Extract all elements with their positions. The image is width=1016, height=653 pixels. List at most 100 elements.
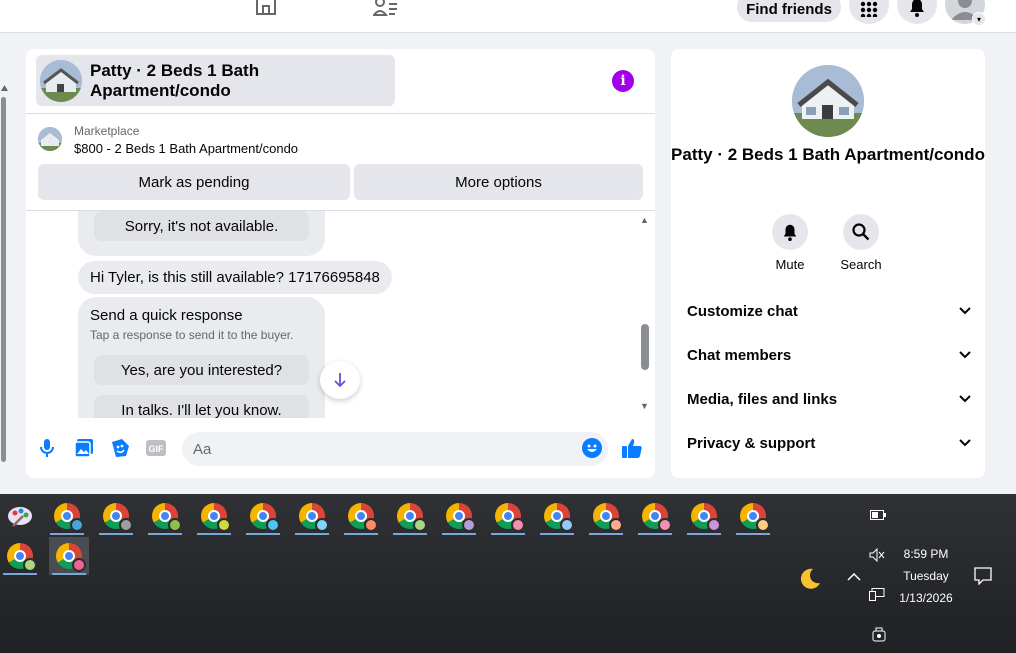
message-input[interactable]: [182, 432, 608, 466]
chrome-icon: [397, 503, 427, 532]
profile-badge-icon: [462, 518, 476, 532]
chat-scrollbar-thumb[interactable]: [641, 324, 649, 370]
chat-title: Patty · 2 Beds 1 Bath Apartment/condo: [90, 60, 260, 100]
profile-badge-icon: [511, 518, 525, 532]
profile-badge-icon: [413, 518, 427, 532]
search-label: Search: [840, 257, 882, 272]
photo-icon[interactable]: [73, 437, 95, 459]
gif-icon[interactable]: GIF: [145, 437, 167, 459]
account-chevron-icon[interactable]: ▾: [972, 12, 986, 26]
friends-icon[interactable]: [371, 0, 399, 20]
profile-badge-icon: [560, 518, 574, 532]
mute-label: Mute: [775, 257, 805, 272]
page-scrollbar[interactable]: [0, 85, 9, 465]
taskbar-chrome-window[interactable]: [49, 537, 89, 575]
taskbar-chrome-window[interactable]: [96, 497, 136, 535]
taskbar-chrome-window[interactable]: [635, 497, 675, 535]
clock-time[interactable]: 8:59 PM: [896, 547, 956, 561]
chrome-icon: [348, 503, 378, 532]
info-icon[interactable]: i: [612, 70, 634, 92]
notifications-button[interactable]: [897, 0, 937, 24]
action-center-icon[interactable]: [974, 567, 992, 588]
listing-description[interactable]: $800 - 2 Beds 1 Bath Apartment/condo: [74, 141, 298, 156]
sticker-icon[interactable]: [109, 437, 131, 459]
taskbar-chrome-window[interactable]: [341, 497, 381, 535]
taskbar-chrome-window[interactable]: [0, 537, 40, 575]
volume-muted-icon[interactable]: [869, 547, 885, 565]
taskbar-chrome-window[interactable]: [243, 497, 283, 535]
arrow-down-icon: [334, 373, 346, 388]
chevron-down-icon: [959, 439, 971, 447]
night-light-icon[interactable]: [798, 567, 822, 597]
page-scrollbar-thumb[interactable]: [1, 97, 6, 462]
taskbar-chrome-window[interactable]: [390, 497, 430, 535]
profile-badge-icon: [70, 518, 84, 532]
section-label: Privacy & support: [687, 434, 816, 452]
more-options-button[interactable]: More options: [354, 164, 643, 200]
details-title: Patty · 2 Beds 1 Bath Apartment/condo: [671, 145, 985, 164]
show-hidden-icons-chevron[interactable]: [847, 570, 861, 584]
taskbar-chrome-window[interactable]: [488, 497, 528, 535]
privacy-support-row[interactable]: Privacy & support: [687, 427, 971, 459]
profile-badge-icon: [168, 518, 182, 532]
battery-icon[interactable]: [870, 509, 886, 523]
divider: [26, 113, 655, 114]
profile-badge-icon: [217, 518, 231, 532]
chrome-icon: [691, 503, 721, 532]
chat-scroll-up-icon[interactable]: ▲: [640, 215, 649, 225]
quick-response-in-talks[interactable]: In talks. I'll let you know.: [94, 395, 309, 418]
mute-action[interactable]: Mute: [760, 214, 820, 272]
clock-date[interactable]: 1/13/2026: [896, 591, 956, 605]
customize-chat-row[interactable]: Customize chat: [687, 295, 971, 327]
taskbar-chrome-window[interactable]: [292, 497, 332, 535]
search-action[interactable]: Search: [831, 214, 891, 272]
taskbar-chrome-window[interactable]: [586, 497, 626, 535]
chevron-down-icon: [959, 307, 971, 315]
menu-button[interactable]: [849, 0, 889, 24]
profile-badge-icon: [266, 518, 280, 532]
svg-text:GIF: GIF: [149, 444, 165, 454]
chat-scroll-down-icon[interactable]: ▼: [640, 401, 649, 411]
chrome-icon: [201, 503, 231, 532]
taskbar-chrome-window[interactable]: [145, 497, 185, 535]
taskbar-chrome-window[interactable]: [47, 497, 87, 535]
taskbar-chrome-window[interactable]: [194, 497, 234, 535]
meet-now-icon[interactable]: [872, 627, 886, 646]
bell-icon: [910, 0, 924, 17]
message-bubble: Sorry, it's not available.: [78, 211, 325, 256]
emoji-icon[interactable]: [581, 437, 603, 459]
quick-reply-sent: Sorry, it's not available.: [94, 211, 309, 241]
message-list[interactable]: Sorry, it's not available. Hi Tyler, is …: [26, 211, 655, 418]
quick-response-subtitle: Tap a response to send it to the buyer.: [90, 328, 294, 342]
chat-header[interactable]: Patty · 2 Beds 1 Bath Apartment/condo: [36, 55, 395, 106]
scroll-to-bottom-button[interactable]: [320, 361, 360, 399]
taskbar-chrome-window[interactable]: [537, 497, 577, 535]
media-files-links-row[interactable]: Media, files and links: [687, 383, 971, 415]
marketplace-listing-row[interactable]: Marketplace $800 - 2 Beds 1 Bath Apartme…: [38, 124, 298, 156]
quick-response-yes[interactable]: Yes, are you interested?: [94, 355, 309, 385]
taskbar-chrome-window[interactable]: [733, 497, 773, 535]
profile-badge-icon: [609, 518, 623, 532]
mute-button[interactable]: [772, 214, 808, 250]
like-thumb-icon[interactable]: [621, 437, 643, 459]
taskbar-chrome-window[interactable]: [684, 497, 724, 535]
listing-photo: [792, 65, 864, 137]
paint-app-icon: [8, 507, 32, 527]
chrome-icon: [593, 503, 623, 532]
mark-as-pending-button[interactable]: Mark as pending: [38, 164, 350, 200]
search-button[interactable]: [843, 214, 879, 250]
chrome-icon: [7, 543, 37, 572]
profile-badge-icon: [707, 518, 721, 532]
microphone-icon[interactable]: [36, 437, 58, 459]
chevron-down-icon: [959, 351, 971, 359]
profile-badge-icon: [364, 518, 378, 532]
taskbar-chrome-window[interactable]: [439, 497, 479, 535]
home-icon[interactable]: [253, 0, 279, 20]
scroll-up-arrow-icon: [1, 85, 8, 91]
taskbar-pinned-app[interactable]: [0, 497, 40, 535]
network-icon[interactable]: [869, 588, 885, 605]
chrome-icon: [103, 503, 133, 532]
chat-members-row[interactable]: Chat members: [687, 339, 971, 371]
find-friends-button[interactable]: Find friends: [737, 0, 841, 22]
clock-day[interactable]: Tuesday: [896, 569, 956, 583]
